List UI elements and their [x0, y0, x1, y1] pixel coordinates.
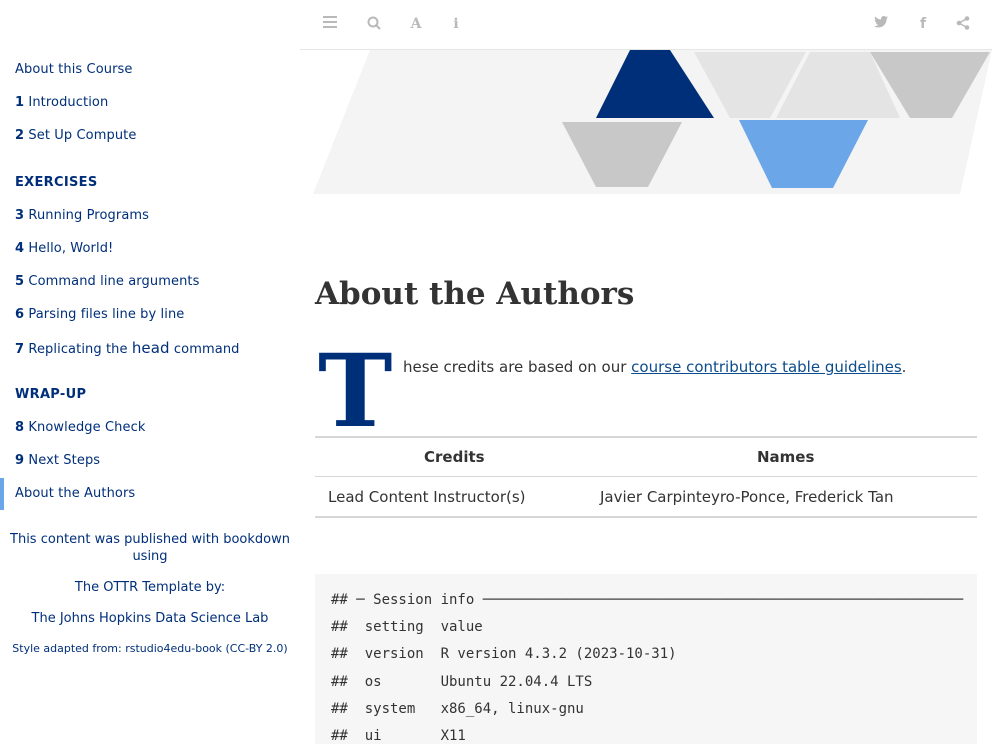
toc-item-number: 2: [15, 128, 25, 143]
toc-item-next-steps[interactable]: 9 Next Steps: [15, 453, 100, 468]
toc-item-label: Introduction: [28, 95, 109, 110]
toc-item-label-end: command: [169, 342, 240, 357]
toolbar: A i f: [300, 0, 992, 50]
toc-item-label: Command line arguments: [28, 274, 200, 289]
footer-bookdown-using[interactable]: using: [0, 549, 300, 564]
toc-item-label: Next Steps: [28, 453, 101, 468]
toc-item-code: head: [131, 339, 170, 357]
code-line: ## system x86_64, linux-gnu: [331, 701, 584, 717]
toc-item-label: Knowledge Check: [28, 420, 146, 435]
lead-paragraph: hese credits are based on our course con…: [403, 358, 906, 376]
toc-item-number: 3: [15, 208, 25, 223]
header-banner-image: [300, 50, 992, 200]
toc-item-label: Hello, World!: [28, 241, 114, 256]
toc-item-number: 9: [15, 453, 25, 468]
session-info-code-block: ## ─ Session info ──────────────────────…: [315, 574, 977, 744]
toc-item-set-up-compute[interactable]: 2 Set Up Compute: [15, 128, 136, 143]
toc-item-hello-world[interactable]: 4 Hello, World!: [15, 241, 113, 256]
dropcap-letter: T: [318, 332, 393, 450]
table-header-credits: Credits: [424, 448, 485, 466]
toc-item-label: Parsing files line by line: [28, 307, 185, 322]
contributors-guidelines-link[interactable]: course contributors table guidelines: [631, 358, 901, 376]
info-icon[interactable]: i: [448, 16, 464, 32]
table-cell-names: Javier Carpinteyro-Ponce, Frederick Tan: [600, 488, 894, 506]
toc-item-running-programs[interactable]: 3 Running Programs: [15, 208, 149, 223]
facebook-icon[interactable]: f: [915, 16, 931, 32]
code-line: ## setting value: [331, 619, 483, 635]
lead-end: .: [901, 358, 907, 376]
toc-item-replicating-head[interactable]: 7 Replicating the head command: [15, 339, 240, 357]
toc-section-exercises: EXERCISES: [15, 175, 98, 190]
code-line: ## version R version 4.3.2 (2023-10-31): [331, 646, 677, 662]
twitter-icon[interactable]: [873, 16, 889, 32]
active-bar: [0, 478, 4, 510]
toc-item-label: About the Authors: [15, 486, 136, 501]
lead-text: hese credits are based on our: [403, 358, 632, 376]
toc-item-introduction[interactable]: 1 Introduction: [15, 95, 108, 110]
font-icon[interactable]: A: [408, 16, 424, 32]
code-line: ## ui X11: [331, 728, 466, 744]
sidebar: About this Course 1 Introduction 2 Set U…: [0, 0, 300, 744]
toc-item-label: About this Course: [15, 62, 133, 77]
footer-ottr-link[interactable]: The OTTR Template by:: [0, 580, 300, 595]
toc-item-number: 7: [15, 342, 25, 357]
table-cell-credit: Lead Content Instructor(s): [328, 488, 526, 506]
toc-item-number: 8: [15, 420, 25, 435]
toc-item-about-course[interactable]: About this Course: [15, 62, 133, 77]
table-bottom-rule: [315, 516, 977, 518]
footer-jhu-link[interactable]: The Johns Hopkins Data Science Lab: [0, 611, 300, 626]
toc-item-label: Set Up Compute: [28, 128, 137, 143]
toc-item-number: 6: [15, 307, 25, 322]
toc-item-parsing-files[interactable]: 6 Parsing files line by line: [15, 307, 184, 322]
toc-item-number: 1: [15, 95, 25, 110]
toc-section-wrapup: WRAP-UP: [15, 387, 87, 402]
share-icon[interactable]: [955, 16, 971, 32]
code-line: ## os Ubuntu 22.04.4 LTS: [331, 674, 593, 690]
toc-item-number: 5: [15, 274, 25, 289]
table-header-names: Names: [757, 448, 815, 466]
toc-item-command-line-arguments[interactable]: 5 Command line arguments: [15, 274, 199, 289]
search-icon[interactable]: [366, 16, 382, 32]
menu-icon[interactable]: [322, 16, 338, 32]
toc-item-number: 4: [15, 241, 25, 256]
table-top-rule: [315, 436, 977, 438]
footer-bookdown-link[interactable]: This content was published with bookdown: [0, 532, 300, 547]
code-line: ## ─ Session info ──────────────────────…: [331, 592, 964, 608]
footer-style-link[interactable]: Style adapted from: rstudio4edu-book (CC…: [0, 642, 300, 655]
toc-item-label: Replicating the: [28, 342, 132, 357]
toc-item-label: Running Programs: [28, 208, 150, 223]
toc-item-about-authors[interactable]: About the Authors: [15, 486, 135, 501]
page-title: About the Authors: [315, 276, 635, 312]
toc-item-knowledge-check[interactable]: 8 Knowledge Check: [15, 420, 145, 435]
table-header-rule: [315, 476, 977, 477]
